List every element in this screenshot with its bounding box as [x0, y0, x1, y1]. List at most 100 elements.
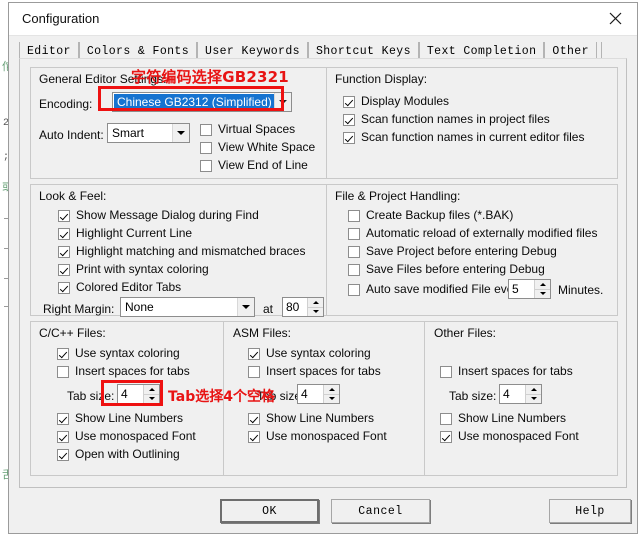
checkbox-display-modules[interactable]: Display Modules	[343, 95, 449, 108]
checkbox-scan-project-files[interactable]: Scan function names in project files	[343, 113, 550, 126]
cancel-button[interactable]: Cancel	[331, 499, 430, 523]
checkbox-box[interactable]	[58, 227, 70, 240]
checkbox-label: Show Line Numbers	[266, 411, 375, 425]
help-button[interactable]: Help	[549, 499, 631, 523]
checkbox-save-project-before-debug[interactable]: Save Project before entering Debug	[348, 245, 557, 258]
asm-files-title: ASM Files:	[233, 326, 292, 340]
auto-indent-select[interactable]: Smart	[107, 123, 190, 143]
checkbox-box[interactable]	[440, 365, 452, 378]
checkbox-box[interactable]	[343, 113, 355, 126]
checkbox-show-message-dialog[interactable]: Show Message Dialog during Find	[58, 209, 259, 222]
checkbox-c-use-monospaced-font[interactable]: Use monospaced Font	[57, 430, 196, 443]
checkbox-label: Use syntax coloring	[266, 346, 371, 360]
checkbox-view-end-of-line[interactable]: View End of Line	[200, 159, 308, 172]
stepper-up-icon[interactable]	[526, 385, 541, 394]
checkbox-box[interactable]	[57, 412, 69, 425]
stepper-up-icon[interactable]	[144, 385, 159, 394]
checkbox-box[interactable]	[348, 263, 360, 276]
stepper-down-icon[interactable]	[526, 393, 541, 403]
checkbox-c-insert-spaces-for-tabs[interactable]: Insert spaces for tabs	[57, 365, 190, 378]
stepper-buttons[interactable]	[323, 385, 339, 403]
checkbox-box[interactable]	[348, 283, 360, 296]
stepper-up-icon[interactable]	[308, 298, 323, 307]
checkbox-auto-save-modified-file[interactable]: Auto save modified File every	[348, 283, 523, 296]
checkbox-highlight-current-line[interactable]: Highlight Current Line	[58, 227, 192, 240]
stepper-buttons[interactable]	[307, 298, 323, 316]
auto-save-minutes-stepper[interactable]: 5	[508, 279, 551, 299]
asm-tab-size-stepper[interactable]: 4	[297, 384, 340, 404]
checkbox-box[interactable]	[58, 209, 70, 222]
checkbox-box[interactable]	[58, 245, 70, 258]
checkbox-c-use-syntax-coloring[interactable]: Use syntax coloring	[57, 347, 180, 360]
c-tab-size-stepper[interactable]: 4	[117, 384, 160, 404]
checkbox-asm-use-syntax-coloring[interactable]: Use syntax coloring	[248, 347, 371, 360]
checkbox-box[interactable]	[57, 347, 69, 360]
checkbox-box[interactable]	[440, 412, 452, 425]
checkbox-c-show-line-numbers[interactable]: Show Line Numbers	[57, 412, 183, 425]
tab-editor[interactable]: Editor	[19, 42, 79, 59]
checkbox-box[interactable]	[200, 123, 212, 136]
checkbox-highlight-braces[interactable]: Highlight matching and mismatched braces	[58, 245, 305, 258]
checkbox-save-files-before-debug[interactable]: Save Files before entering Debug	[348, 263, 545, 276]
checkbox-label: Show Message Dialog during Find	[76, 208, 259, 222]
tab-text-completion[interactable]: Text Completion	[418, 42, 545, 59]
encoding-select[interactable]: Chinese GB2312 (Simplified)	[112, 92, 292, 112]
tab-other[interactable]: Other	[544, 42, 597, 59]
checkbox-box[interactable]	[248, 365, 260, 378]
stepper-down-icon[interactable]	[535, 288, 550, 298]
ok-button[interactable]: OK	[220, 499, 319, 523]
chevron-down-icon[interactable]	[274, 93, 291, 111]
checkbox-scan-editor-files[interactable]: Scan function names in current editor fi…	[343, 131, 584, 144]
stepper-buttons[interactable]	[525, 385, 541, 403]
checkbox-asm-use-monospaced-font[interactable]: Use monospaced Font	[248, 430, 387, 443]
checkbox-other-insert-spaces-for-tabs[interactable]: Insert spaces for tabs	[440, 365, 573, 378]
checkbox-box[interactable]	[57, 430, 69, 443]
stepper-down-icon[interactable]	[324, 393, 339, 403]
checkbox-label: Colored Editor Tabs	[76, 280, 182, 294]
stepper-up-icon[interactable]	[535, 280, 550, 289]
checkbox-create-backup-files[interactable]: Create Backup files (*.BAK)	[348, 209, 513, 222]
checkbox-virtual-spaces[interactable]: Virtual Spaces	[200, 123, 295, 136]
checkbox-colored-editor-tabs[interactable]: Colored Editor Tabs	[58, 281, 181, 294]
checkbox-box[interactable]	[348, 245, 360, 258]
checkbox-asm-insert-spaces-for-tabs[interactable]: Insert spaces for tabs	[248, 365, 381, 378]
stepper-down-icon[interactable]	[308, 306, 323, 316]
editor-tab-page: General Editor Settings: Function Displa…	[19, 58, 627, 488]
checkbox-other-show-line-numbers[interactable]: Show Line Numbers	[440, 412, 566, 425]
stepper-buttons[interactable]	[143, 385, 159, 403]
checkbox-box[interactable]	[200, 159, 212, 172]
checkbox-box[interactable]	[58, 281, 70, 294]
checkbox-box[interactable]	[440, 430, 452, 443]
checkbox-other-use-monospaced-font[interactable]: Use monospaced Font	[440, 430, 579, 443]
checkbox-box[interactable]	[343, 131, 355, 144]
checkbox-box[interactable]	[348, 227, 360, 240]
checkbox-print-syntax-coloring[interactable]: Print with syntax coloring	[58, 263, 209, 276]
tab-colors-and-fonts[interactable]: Colors & Fonts	[78, 42, 198, 59]
other-tab-size-stepper[interactable]: 4	[499, 384, 542, 404]
checkbox-automatic-reload[interactable]: Automatic reload of externally modified …	[348, 227, 597, 240]
checkbox-box[interactable]	[57, 365, 69, 378]
stepper-up-icon[interactable]	[324, 385, 339, 394]
tab-shortcut-keys[interactable]: Shortcut Keys	[307, 42, 419, 59]
close-icon[interactable]	[593, 3, 637, 34]
checkbox-box[interactable]	[58, 263, 70, 276]
checkbox-box[interactable]	[248, 412, 260, 425]
checkbox-box[interactable]	[57, 448, 69, 461]
checkbox-box[interactable]	[348, 209, 360, 222]
checkbox-box[interactable]	[248, 430, 260, 443]
chevron-down-icon[interactable]	[237, 298, 254, 316]
chevron-down-icon[interactable]	[172, 124, 189, 142]
checkbox-box[interactable]	[343, 95, 355, 108]
stepper-down-icon[interactable]	[144, 393, 159, 403]
right-margin-select[interactable]: None	[120, 297, 255, 317]
checkbox-box[interactable]	[248, 347, 260, 360]
tab-user-keywords[interactable]: User Keywords	[197, 42, 308, 59]
checkbox-asm-show-line-numbers[interactable]: Show Line Numbers	[248, 412, 374, 425]
checkbox-c-open-with-outlining[interactable]: Open with Outlining	[57, 448, 180, 461]
other-tab-size-value: 4	[503, 387, 510, 401]
checkbox-box[interactable]	[200, 141, 212, 154]
tab-bar[interactable]: Editor Colors & Fonts User Keywords Shor…	[19, 39, 603, 59]
stepper-buttons[interactable]	[534, 280, 550, 298]
checkbox-view-white-space[interactable]: View White Space	[200, 141, 315, 154]
right-margin-column-stepper[interactable]: 80	[282, 297, 324, 317]
